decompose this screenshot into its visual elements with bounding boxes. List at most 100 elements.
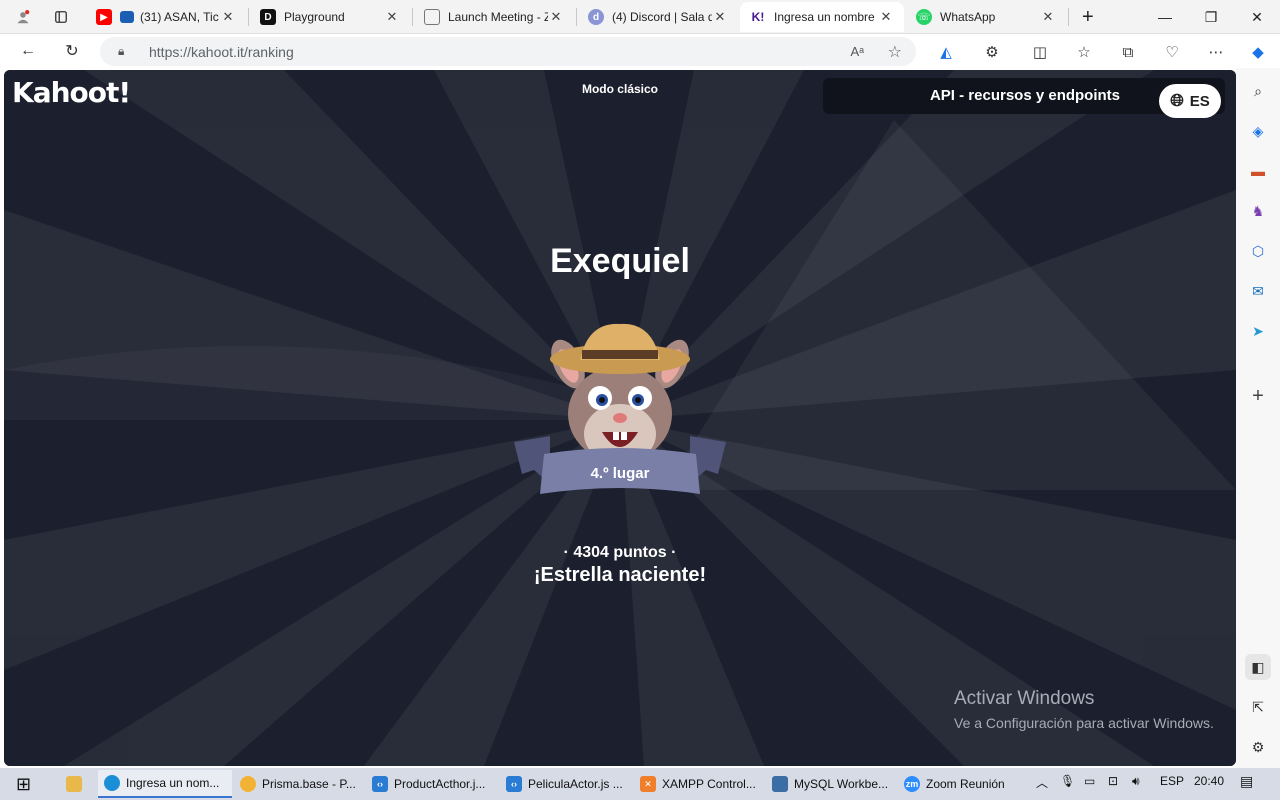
power-icon[interactable]: ▭ xyxy=(1084,774,1095,788)
tab-separator xyxy=(412,8,413,26)
tab-separator xyxy=(248,8,249,26)
taskbar-app-mysql[interactable]: MySQL Workbe... xyxy=(766,770,896,798)
result-message: ¡Estrella naciente! xyxy=(533,564,707,586)
microphone-icon[interactable]: 🎙︎ xyxy=(1060,774,1075,788)
volume-icon[interactable]: 🔊︎ xyxy=(1132,774,1140,789)
tab-title: Ingresa un nombre xyxy=(774,10,875,24)
language-code: ES xyxy=(1189,92,1210,110)
arrow-left-icon: ← xyxy=(20,42,36,59)
tab-whatsapp[interactable]: ☏ WhatsApp ✕ xyxy=(906,2,1066,32)
restore-button[interactable]: ❐ xyxy=(1188,0,1234,34)
url-text[interactable]: https://kahoot.it/ranking xyxy=(149,44,294,60)
minimize-button[interactable]: — xyxy=(1142,0,1188,34)
taskbar-app-edge[interactable]: Ingresa un nom... xyxy=(98,770,232,798)
taskbar-app-label: PeliculaActor.js ... xyxy=(528,777,623,791)
settings-gear-icon[interactable]: ⚙ xyxy=(1245,734,1271,760)
outlook-icon[interactable]: ✉ xyxy=(1245,278,1271,304)
taskbar-app-label: XAMPP Control... xyxy=(662,777,756,791)
close-icon[interactable]: ✕ xyxy=(548,9,564,25)
game-mode-label: Modo clásico xyxy=(581,82,658,96)
close-icon[interactable]: ✕ xyxy=(1040,9,1056,25)
tab-title: (4) Discord | Sala d xyxy=(612,10,712,24)
globe-icon: 🌐︎ xyxy=(1170,91,1184,110)
close-icon[interactable]: ✕ xyxy=(878,9,894,25)
close-icon[interactable]: ✕ xyxy=(712,9,728,25)
taskbar-app-prisma[interactable]: Prisma.base - P... xyxy=(234,770,364,798)
xampp-icon: ✕ xyxy=(640,776,656,792)
profile-icon xyxy=(17,10,30,24)
windows-taskbar: ⊞ Ingresa un nom... Prisma.base - P... ‹… xyxy=(0,768,1280,800)
send-icon[interactable]: ➤ xyxy=(1245,318,1271,344)
tab-youtube[interactable]: ▶ (31) ASAN, Tic ✕ xyxy=(86,2,246,32)
discord-icon: d xyxy=(588,9,604,25)
youtube-icon: ▶ xyxy=(96,9,112,25)
taskbar-app-label: Zoom Reunión xyxy=(926,777,1005,791)
address-bar[interactable]: 🔒︎ https://kahoot.it/ranking Aᵃ ☆ xyxy=(100,37,916,66)
tray-overflow-icon[interactable]: ︿ xyxy=(1036,774,1048,791)
plus-icon: + xyxy=(1082,5,1094,28)
kahoot-logo: Kahoot! xyxy=(12,76,131,109)
refresh-button[interactable]: ↻ xyxy=(58,38,86,64)
open-external-icon[interactable]: ⇱ xyxy=(1245,694,1271,720)
taskbar-app-label: Prisma.base - P... xyxy=(262,777,356,791)
copilot-icon[interactable]: ◆ xyxy=(1246,40,1270,64)
browser-tab-bar: ▶ (31) ASAN, Tic ✕ D Playground ✕ Launch… xyxy=(0,0,1280,34)
collections-icon[interactable]: ⧉ xyxy=(1116,40,1140,64)
close-window-button[interactable]: ✕ xyxy=(1234,0,1280,34)
address-toolbar: ← ↻ 🔒︎ https://kahoot.it/ranking Aᵃ ☆ ◭ … xyxy=(0,34,1280,68)
kahoot-icon: K! xyxy=(751,10,765,24)
close-icon[interactable]: ✕ xyxy=(220,9,236,25)
tab-title: (31) ASAN, Tic xyxy=(140,10,219,24)
favorites-icon[interactable]: ☆ xyxy=(1072,40,1096,64)
new-tab-button[interactable]: + xyxy=(1072,2,1102,32)
tab-separator xyxy=(1068,8,1069,26)
sidebar-toggle-icon[interactable]: ◧ xyxy=(1245,654,1271,680)
taskbar-app-vscode-2[interactable]: ‹› PeliculaActor.js ... xyxy=(500,770,630,798)
taskbar-app-label: Ingresa un nom... xyxy=(126,776,220,790)
prisma-icon xyxy=(240,776,256,792)
microsoft-365-icon[interactable]: ⬡ xyxy=(1245,238,1271,264)
favorite-star-icon[interactable]: ☆ xyxy=(888,42,902,62)
games-icon[interactable]: ♞ xyxy=(1245,198,1271,224)
search-icon[interactable]: ⌕ xyxy=(1245,78,1271,104)
taskbar-app-label: MySQL Workbe... xyxy=(794,777,889,791)
tab-launch-meeting[interactable]: Launch Meeting - Z ✕ xyxy=(414,2,574,32)
back-button[interactable]: ← xyxy=(14,38,42,64)
browser-essentials-icon[interactable]: ♡ xyxy=(1160,40,1184,64)
refresh-icon: ↻ xyxy=(65,43,79,60)
document-icon xyxy=(424,9,440,25)
more-options-icon[interactable]: ⋯ xyxy=(1204,40,1228,64)
read-aloud-icon[interactable]: Aᵃ xyxy=(850,44,864,59)
network-icon[interactable]: ⊡ xyxy=(1108,774,1118,788)
taskbar-app-vscode-1[interactable]: ‹› ProductActhor.j... xyxy=(366,770,496,798)
clock[interactable]: 20:40 xyxy=(1194,774,1224,788)
input-language[interactable]: ESP xyxy=(1160,774,1184,788)
restore-icon: ❐ xyxy=(1204,8,1218,25)
language-selector-button[interactable]: 🌐︎ ES xyxy=(1159,84,1221,118)
notifications-icon[interactable]: ▤ xyxy=(1240,773,1253,790)
profile-button[interactable] xyxy=(6,2,40,32)
shopping-icon[interactable]: ◈ xyxy=(1245,118,1271,144)
tab-playground[interactable]: D Playground ✕ xyxy=(250,2,410,32)
mysql-workbench-icon xyxy=(772,776,788,792)
tab-separator xyxy=(576,8,577,26)
lock-icon: 🔒︎ xyxy=(118,44,125,58)
vscode-icon: ‹› xyxy=(506,776,522,792)
extension-arc-icon[interactable]: ◭ xyxy=(934,40,958,64)
close-icon[interactable]: ✕ xyxy=(384,9,400,25)
player-name: Exequiel xyxy=(550,242,690,280)
taskbar-app-xampp[interactable]: ✕ XAMPP Control... xyxy=(634,770,764,798)
split-screen-icon[interactable]: ◫ xyxy=(1028,40,1052,64)
extensions-icon[interactable]: ⚙ xyxy=(980,40,1004,64)
tab-discord[interactable]: d (4) Discord | Sala d ✕ xyxy=(578,2,738,32)
start-button[interactable]: ⊞ xyxy=(10,770,37,798)
tab-title: Playground xyxy=(284,10,345,24)
file-explorer-button[interactable] xyxy=(60,770,94,798)
tools-icon[interactable]: ▬ xyxy=(1245,158,1271,184)
taskbar-app-zoom[interactable]: zm Zoom Reunión xyxy=(898,770,1022,798)
folder-icon xyxy=(66,776,82,792)
edge-sidebar: ⌕ ◈ ▬ ♞ ⬡ ✉ ➤ + ◧ ⇱ ⚙ xyxy=(1236,68,1280,768)
tab-kahoot[interactable]: K! Ingresa un nombre ✕ xyxy=(740,2,904,32)
tab-actions-button[interactable] xyxy=(44,2,78,32)
add-sidebar-item-icon[interactable]: + xyxy=(1245,383,1271,409)
